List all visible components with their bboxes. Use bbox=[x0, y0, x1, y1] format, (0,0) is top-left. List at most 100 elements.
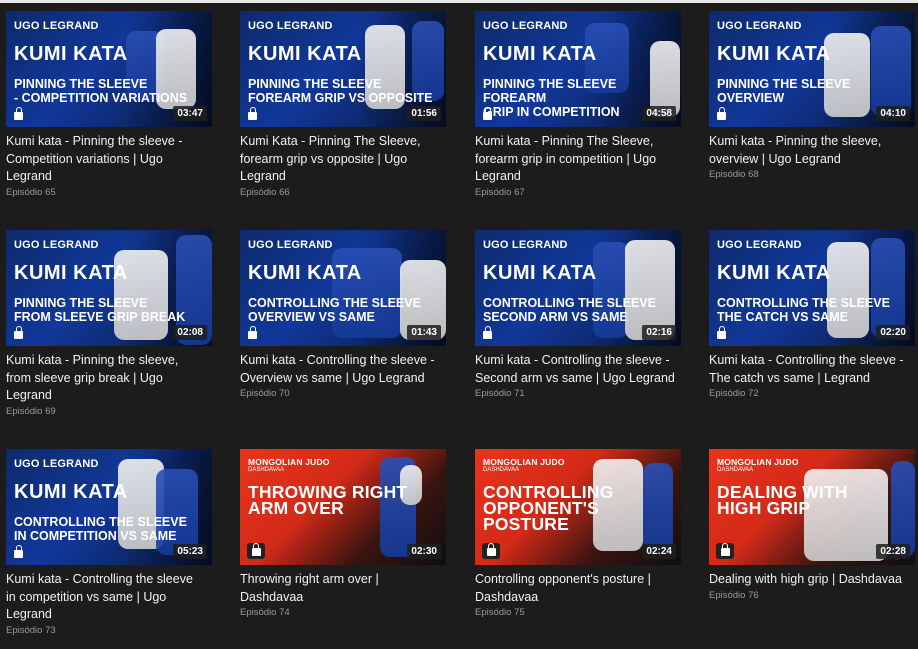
video-card[interactable]: UGO LEGRAND KUMI KATA PINNING THE SLEEVE… bbox=[6, 11, 212, 198]
video-card[interactable]: UGO LEGRAND KUMI KATA CONTROLLING THE SL… bbox=[6, 449, 212, 636]
brand-label: UGO LEGRAND bbox=[483, 20, 568, 32]
thumbnail-subtitle: CONTROLLING THE SLEEVE OVERVIEW VS SAME bbox=[248, 296, 421, 324]
episode-label: Episódio 72 bbox=[709, 388, 759, 399]
video-title[interactable]: Kumi kata - Controlling the sleeve - Sec… bbox=[475, 352, 675, 387]
thumbnail-subtitle: CONTROLLING THE SLEEVE IN COMPETITION VS … bbox=[14, 515, 187, 543]
thumbnail-heading: KUMI KATA bbox=[717, 43, 831, 65]
video-title[interactable]: Throwing right arm over | Dashdavaa bbox=[240, 571, 440, 606]
lock-icon bbox=[486, 543, 496, 556]
video-thumbnail[interactable]: UGO LEGRAND KUMI KATA CONTROLLING THE SL… bbox=[240, 230, 446, 346]
video-card[interactable]: UGO LEGRAND KUMI KATA CONTROLLING THE SL… bbox=[709, 230, 915, 399]
duration-badge: 04:10 bbox=[876, 106, 910, 121]
episode-label: Episódio 69 bbox=[6, 405, 56, 417]
video-card[interactable]: UGO LEGRAND KUMI KATA CONTROLLING THE SL… bbox=[475, 230, 681, 399]
episode-label: Episódio 73 bbox=[6, 624, 56, 636]
video-card[interactable]: UGO LEGRAND KUMI KATA CONTROLLING THE SL… bbox=[240, 230, 446, 399]
video-thumbnail[interactable]: UGO LEGRAND KUMI KATA CONTROLLING THE SL… bbox=[475, 230, 681, 346]
video-card[interactable]: MONGOLIAN JUDO DASHDAVAA DEALING WITH HIG… bbox=[709, 449, 915, 601]
video-thumbnail[interactable]: UGO LEGRAND KUMI KATA PINNING THE SLEEVE… bbox=[6, 230, 212, 346]
video-card[interactable]: MONGOLIAN JUDO DASHDAVAA THROWING RIGHT A… bbox=[240, 449, 446, 618]
thumbnail-heading: KUMI KATA bbox=[483, 262, 597, 284]
video-title[interactable]: Dealing with high grip | Dashdavaa bbox=[709, 571, 909, 589]
brand-label: UGO LEGRAND bbox=[717, 20, 802, 32]
lock-icon bbox=[14, 545, 23, 558]
lock-icon bbox=[720, 543, 730, 556]
duration-badge: 01:56 bbox=[407, 106, 441, 121]
video-grid: UGO LEGRAND KUMI KATA PINNING THE SLEEVE… bbox=[0, 0, 918, 649]
duration-badge: 04:58 bbox=[642, 106, 676, 121]
episode-label: Episódio 67 bbox=[475, 186, 525, 198]
brand-sub-label: DASHDAVAA bbox=[717, 467, 754, 473]
lock-icon bbox=[14, 326, 23, 339]
duration-badge: 02:28 bbox=[876, 544, 910, 559]
brand-label: MONGOLIAN JUDO bbox=[717, 457, 799, 467]
video-title[interactable]: Kumi kata - Pinning the sleeve, overview… bbox=[709, 133, 909, 168]
lock-icon bbox=[248, 326, 257, 339]
video-thumbnail[interactable]: UGO LEGRAND KUMI KATA CONTROLLING THE SL… bbox=[709, 230, 915, 346]
thumbnail-subtitle: PINNING THE SLEEVE FROM SLEEVE GRIP BREAK bbox=[14, 296, 186, 324]
thumbnail-subtitle: PINNING THE SLEEVE FOREARM GRIP VS OPPOSI… bbox=[248, 77, 433, 105]
lock-icon bbox=[483, 326, 492, 339]
brand-sub-label: DASHDAVAA bbox=[248, 467, 285, 473]
duration-badge: 05:23 bbox=[173, 544, 207, 559]
video-card[interactable]: UGO LEGRAND KUMI KATA PINNING THE SLEEVE… bbox=[6, 230, 212, 417]
video-title[interactable]: Kumi kata - Pinning The Sleeve, forearm … bbox=[475, 133, 675, 186]
video-card[interactable]: UGO LEGRAND KUMI KATA PINNING THE SLEEVE… bbox=[709, 11, 915, 180]
duration-badge: 03:47 bbox=[173, 106, 207, 121]
thumbnail-subtitle: CONTROLLING OPPONENT'S POSTURE bbox=[483, 482, 614, 534]
video-card[interactable]: MONGOLIAN JUDO DASHDAVAA CONTROLLING OPPO… bbox=[475, 449, 681, 618]
video-title[interactable]: Controlling opponent's posture | Dashdav… bbox=[475, 571, 675, 606]
thumbnail-heading: KUMI KATA bbox=[14, 481, 128, 503]
episode-label: Episódio 76 bbox=[709, 589, 759, 601]
thumbnail-heading: KUMI KATA bbox=[248, 43, 362, 65]
episode-label: Episódio 70 bbox=[240, 388, 290, 399]
video-card[interactable]: UGO LEGRAND KUMI KATA PINNING THE SLEEVE… bbox=[475, 11, 681, 198]
thumbnail-heading: KUMI KATA bbox=[14, 262, 128, 284]
duration-badge: 02:24 bbox=[642, 544, 676, 559]
thumbnail-subtitle: DEALING WITH HIGH GRIP bbox=[717, 482, 848, 518]
episode-label: Episódio 71 bbox=[475, 388, 525, 399]
video-title[interactable]: Kumi kata - Controlling the sleeve - The… bbox=[709, 352, 909, 387]
video-thumbnail[interactable]: UGO LEGRAND KUMI KATA CONTROLLING THE SL… bbox=[6, 449, 212, 565]
thumbnail-heading: KUMI KATA bbox=[717, 262, 831, 284]
episode-label: Episódio 74 bbox=[240, 607, 290, 618]
video-thumbnail[interactable]: MONGOLIAN JUDO DASHDAVAA DEALING WITH HIG… bbox=[709, 449, 915, 565]
episode-label: Episódio 68 bbox=[709, 169, 759, 180]
lock-icon bbox=[248, 107, 257, 120]
episode-label: Episódio 66 bbox=[240, 186, 290, 198]
lock-icon bbox=[251, 543, 261, 556]
thumbnail-subtitle: CONTROLLING THE SLEEVE THE CATCH VS SAME bbox=[717, 296, 890, 324]
video-card[interactable]: UGO LEGRAND KUMI KATA PINNING THE SLEEVE… bbox=[240, 11, 446, 198]
brand-sub-label: DASHDAVAA bbox=[483, 467, 520, 473]
video-thumbnail[interactable]: UGO LEGRAND KUMI KATA PINNING THE SLEEVE… bbox=[709, 11, 915, 127]
duration-badge: 02:20 bbox=[876, 325, 910, 340]
thumbnail-subtitle: THROWING RIGHT ARM OVER bbox=[248, 482, 408, 518]
video-thumbnail[interactable]: UGO LEGRAND KUMI KATA PINNING THE SLEEVE… bbox=[475, 11, 681, 127]
lock-icon bbox=[483, 107, 492, 120]
video-title[interactable]: Kumi Kata - Pinning The Sleeve, forearm … bbox=[240, 133, 440, 186]
thumbnail-heading: KUMI KATA bbox=[14, 43, 128, 65]
brand-label: UGO LEGRAND bbox=[248, 239, 333, 251]
duration-badge: 02:08 bbox=[173, 325, 207, 340]
video-title[interactable]: Kumi kata - Controlling the sleeve in co… bbox=[6, 571, 206, 624]
video-thumbnail[interactable]: MONGOLIAN JUDO DASHDAVAA CONTROLLING OPPO… bbox=[475, 449, 681, 565]
video-thumbnail[interactable]: UGO LEGRAND KUMI KATA PINNING THE SLEEVE… bbox=[6, 11, 212, 127]
lock-icon bbox=[14, 107, 23, 120]
brand-label: UGO LEGRAND bbox=[248, 20, 333, 32]
episode-label: Episódio 65 bbox=[6, 186, 56, 198]
brand-label: UGO LEGRAND bbox=[717, 239, 802, 251]
episode-label: Episódio 75 bbox=[475, 607, 525, 618]
video-title[interactable]: Kumi kata - Controlling the sleeve - Ove… bbox=[240, 352, 440, 387]
brand-label: UGO LEGRAND bbox=[483, 239, 568, 251]
lock-icon bbox=[717, 107, 726, 120]
duration-badge: 01:43 bbox=[407, 325, 441, 340]
brand-label: UGO LEGRAND bbox=[14, 458, 99, 470]
video-title[interactable]: Kumi kata - Pinning the sleeve - Competi… bbox=[6, 133, 206, 186]
brand-label: UGO LEGRAND bbox=[14, 239, 99, 251]
duration-badge: 02:16 bbox=[642, 325, 676, 340]
thumbnail-subtitle: PINNING THE SLEEVE - COMPETITION VARIATIO… bbox=[14, 77, 188, 105]
thumbnail-subtitle: CONTROLLING THE SLEEVE SECOND ARM VS SAME bbox=[483, 296, 656, 324]
video-thumbnail[interactable]: MONGOLIAN JUDO DASHDAVAA THROWING RIGHT A… bbox=[240, 449, 446, 565]
video-thumbnail[interactable]: UGO LEGRAND KUMI KATA PINNING THE SLEEVE… bbox=[240, 11, 446, 127]
video-title[interactable]: Kumi kata - Pinning the sleeve, from sle… bbox=[6, 352, 206, 405]
